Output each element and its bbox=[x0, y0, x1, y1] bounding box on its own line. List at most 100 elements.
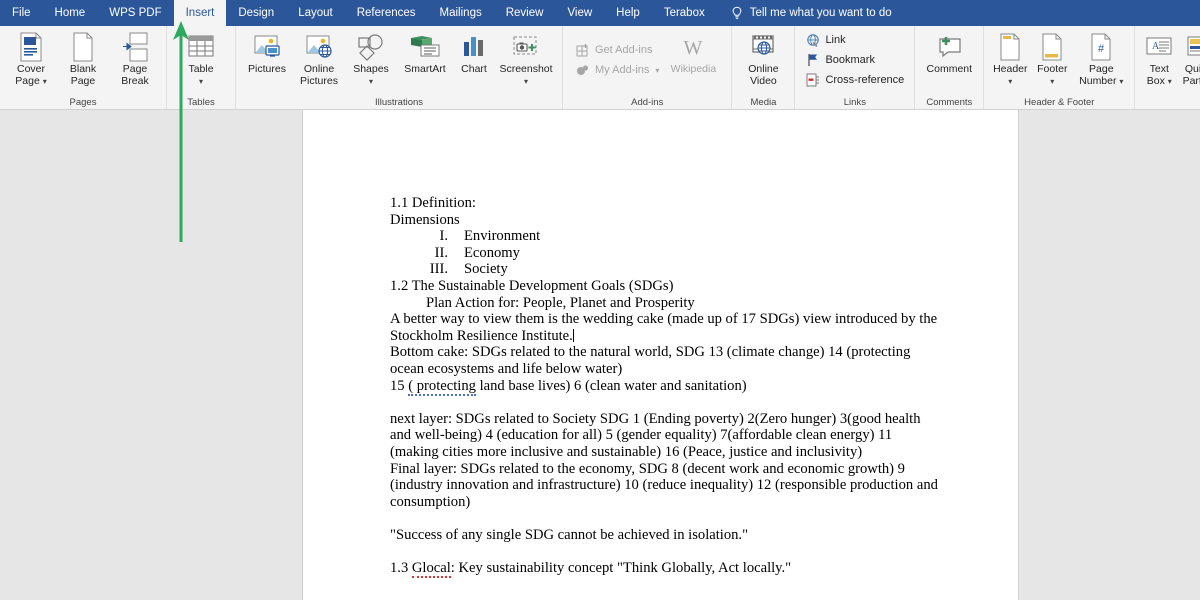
lightbulb-icon bbox=[732, 6, 742, 19]
bookmark-button[interactable]: Bookmark bbox=[801, 50, 908, 70]
tab-design[interactable]: Design bbox=[226, 0, 286, 26]
page-number-label: Page bbox=[1089, 63, 1114, 75]
document-body-text[interactable]: 1.1 Definition: Dimensions I. Environmen… bbox=[390, 195, 940, 579]
comment-label: Comment bbox=[926, 63, 973, 75]
page-break-label: Page bbox=[122, 63, 148, 75]
online-video-icon bbox=[749, 31, 777, 63]
ribbon-tab-bar: File Home WPS PDF Insert Design Layout R… bbox=[0, 0, 1200, 26]
shapes-button[interactable]: Shapes ▾ bbox=[345, 29, 397, 87]
get-add-ins-button[interactable]: Get Add-ins bbox=[571, 40, 663, 60]
screenshot-button[interactable]: Screenshot ▾ bbox=[495, 29, 557, 87]
text-cursor bbox=[572, 328, 574, 342]
wikipedia-button[interactable]: W Wikipedia bbox=[663, 29, 723, 76]
doc-blank-line-3 bbox=[390, 543, 940, 560]
group-label-add-ins: Add-ins bbox=[631, 97, 664, 108]
chevron-down-icon[interactable]: ▾ bbox=[1050, 77, 1054, 86]
quick-parts-button[interactable]: QuickParts ▾ bbox=[1178, 29, 1200, 87]
group-label-pages: Pages bbox=[69, 97, 97, 108]
smartart-button[interactable]: SmartArt bbox=[397, 29, 453, 76]
screenshot-icon bbox=[511, 31, 541, 63]
doc-line-sdg-heading: 1.2 The Sustainable Development Goals (S… bbox=[390, 277, 674, 294]
ribbon-group-comments: Comment Comments bbox=[915, 26, 985, 109]
group-label-header-footer: Header & Footer bbox=[1024, 97, 1095, 108]
doc-text-glocal-rest: : Key sustainability concept "Think Glob… bbox=[450, 560, 792, 577]
tab-file[interactable]: File bbox=[0, 0, 43, 26]
chevron-down-icon[interactable]: ▾ bbox=[199, 77, 203, 86]
get-add-ins-label: Get Add-ins bbox=[595, 44, 653, 56]
comment-button[interactable]: Comment bbox=[920, 29, 978, 76]
document-page[interactable]: 1.1 Definition: Dimensions I. Environmen… bbox=[303, 110, 1018, 600]
svg-text:#: # bbox=[1098, 43, 1105, 55]
cross-reference-button[interactable]: Cross-reference bbox=[801, 70, 908, 90]
tab-home[interactable]: Home bbox=[43, 0, 98, 26]
my-addins-icon bbox=[575, 62, 591, 78]
cover-page-label: Cover bbox=[16, 63, 45, 75]
bookmark-icon bbox=[805, 52, 821, 68]
my-add-ins-button[interactable]: My Add-ins ▾ bbox=[571, 60, 663, 80]
svg-text:W: W bbox=[684, 37, 703, 59]
tab-help[interactable]: Help bbox=[604, 0, 652, 26]
chevron-down-icon[interactable]: ▾ bbox=[369, 77, 373, 86]
header-label: Header bbox=[993, 63, 1028, 75]
tab-layout[interactable]: Layout bbox=[286, 0, 345, 26]
online-video-button[interactable]: Online Video bbox=[737, 29, 789, 87]
doc-list-item-environment: I. Environment bbox=[390, 228, 940, 245]
quick-parts-icon bbox=[1185, 31, 1200, 63]
page-number-button[interactable]: # Page Number ▾ bbox=[1073, 29, 1129, 87]
online-video-label: Online bbox=[748, 63, 779, 75]
link-button[interactable]: Link bbox=[801, 30, 908, 50]
doc-para-glocal: 1.3 Glocal: Key sustainability concept "… bbox=[390, 560, 940, 579]
chevron-down-icon[interactable]: ▾ bbox=[1119, 77, 1123, 86]
text-box-label: Text bbox=[1149, 63, 1169, 75]
grammar-flagged-text: ( protecting bbox=[408, 377, 476, 396]
text-box-icon: A bbox=[1145, 31, 1173, 63]
doc-para-bottom-cake: Bottom cake: SDGs related to the natural… bbox=[390, 344, 911, 377]
screenshot-label: Screenshot bbox=[499, 63, 553, 75]
document-canvas: 1.1 Definition: Dimensions I. Environmen… bbox=[0, 110, 1200, 600]
ribbon-group-illustrations: Pictures Online Pictures Shapes ▾ SmartA… bbox=[236, 26, 563, 109]
tab-references[interactable]: References bbox=[345, 0, 428, 26]
ribbon: Cover Page ▾ Blank Page Page Break Pages… bbox=[0, 26, 1200, 110]
shapes-icon bbox=[356, 31, 386, 63]
doc-list-item-economy: II. Economy bbox=[390, 245, 940, 262]
table-label: Table bbox=[188, 63, 214, 75]
header-button[interactable]: Header ▾ bbox=[989, 29, 1031, 87]
table-button[interactable]: Table ▾ bbox=[172, 29, 230, 87]
doc-text-land-base: land base lives) 6 (clean water and sani… bbox=[475, 377, 747, 394]
doc-para-final-layer: Final layer: SDGs related to the economy… bbox=[390, 460, 938, 510]
footer-icon bbox=[1040, 31, 1064, 63]
pictures-button[interactable]: Pictures bbox=[241, 29, 293, 76]
ribbon-group-text: A TextBox ▾ QuickParts ▾ bbox=[1135, 26, 1200, 109]
doc-text-wedding-cake: A better way to view them is the wedding… bbox=[390, 311, 938, 344]
spelling-flagged-text: Glocal bbox=[411, 560, 451, 579]
chevron-down-icon[interactable]: ▾ bbox=[655, 66, 659, 75]
roman-text-3: Society bbox=[464, 261, 508, 278]
tab-wps-pdf[interactable]: WPS PDF bbox=[97, 0, 173, 26]
tab-terabox[interactable]: Terabox bbox=[652, 0, 717, 26]
blank-page-label: Blank bbox=[69, 63, 97, 75]
chevron-down-icon[interactable]: ▾ bbox=[1008, 77, 1012, 86]
wikipedia-label: Wikipedia bbox=[670, 63, 717, 75]
tell-me-label: Tell me what you want to do bbox=[749, 7, 892, 19]
comment-icon bbox=[934, 31, 964, 63]
footer-button[interactable]: Footer ▾ bbox=[1031, 29, 1073, 87]
blank-page-button[interactable]: Blank Page bbox=[57, 29, 109, 87]
online-pictures-button[interactable]: Online Pictures bbox=[293, 29, 345, 87]
doc-line-plan-action: Plan Action for: People, Planet and Pros… bbox=[426, 294, 695, 311]
blank-page-icon bbox=[71, 31, 95, 63]
cover-page-button[interactable]: Cover Page ▾ bbox=[5, 29, 57, 87]
footer-label: Footer bbox=[1037, 63, 1068, 75]
page-break-button[interactable]: Page Break bbox=[109, 29, 161, 87]
chart-button[interactable]: Chart bbox=[453, 29, 495, 76]
chevron-down-icon[interactable]: ▾ bbox=[524, 77, 528, 86]
tab-insert[interactable]: Insert bbox=[173, 0, 227, 26]
chevron-down-icon[interactable]: ▾ bbox=[1168, 77, 1172, 86]
tab-mailings[interactable]: Mailings bbox=[428, 0, 494, 26]
tab-view[interactable]: View bbox=[555, 0, 604, 26]
chevron-down-icon[interactable]: ▾ bbox=[43, 77, 47, 86]
tell-me-search[interactable]: Tell me what you want to do bbox=[717, 0, 902, 26]
tab-review[interactable]: Review bbox=[494, 0, 556, 26]
chart-icon bbox=[461, 31, 487, 63]
get-addins-icon bbox=[575, 42, 591, 58]
text-box-button[interactable]: A Text Box ▾ bbox=[1140, 29, 1178, 87]
